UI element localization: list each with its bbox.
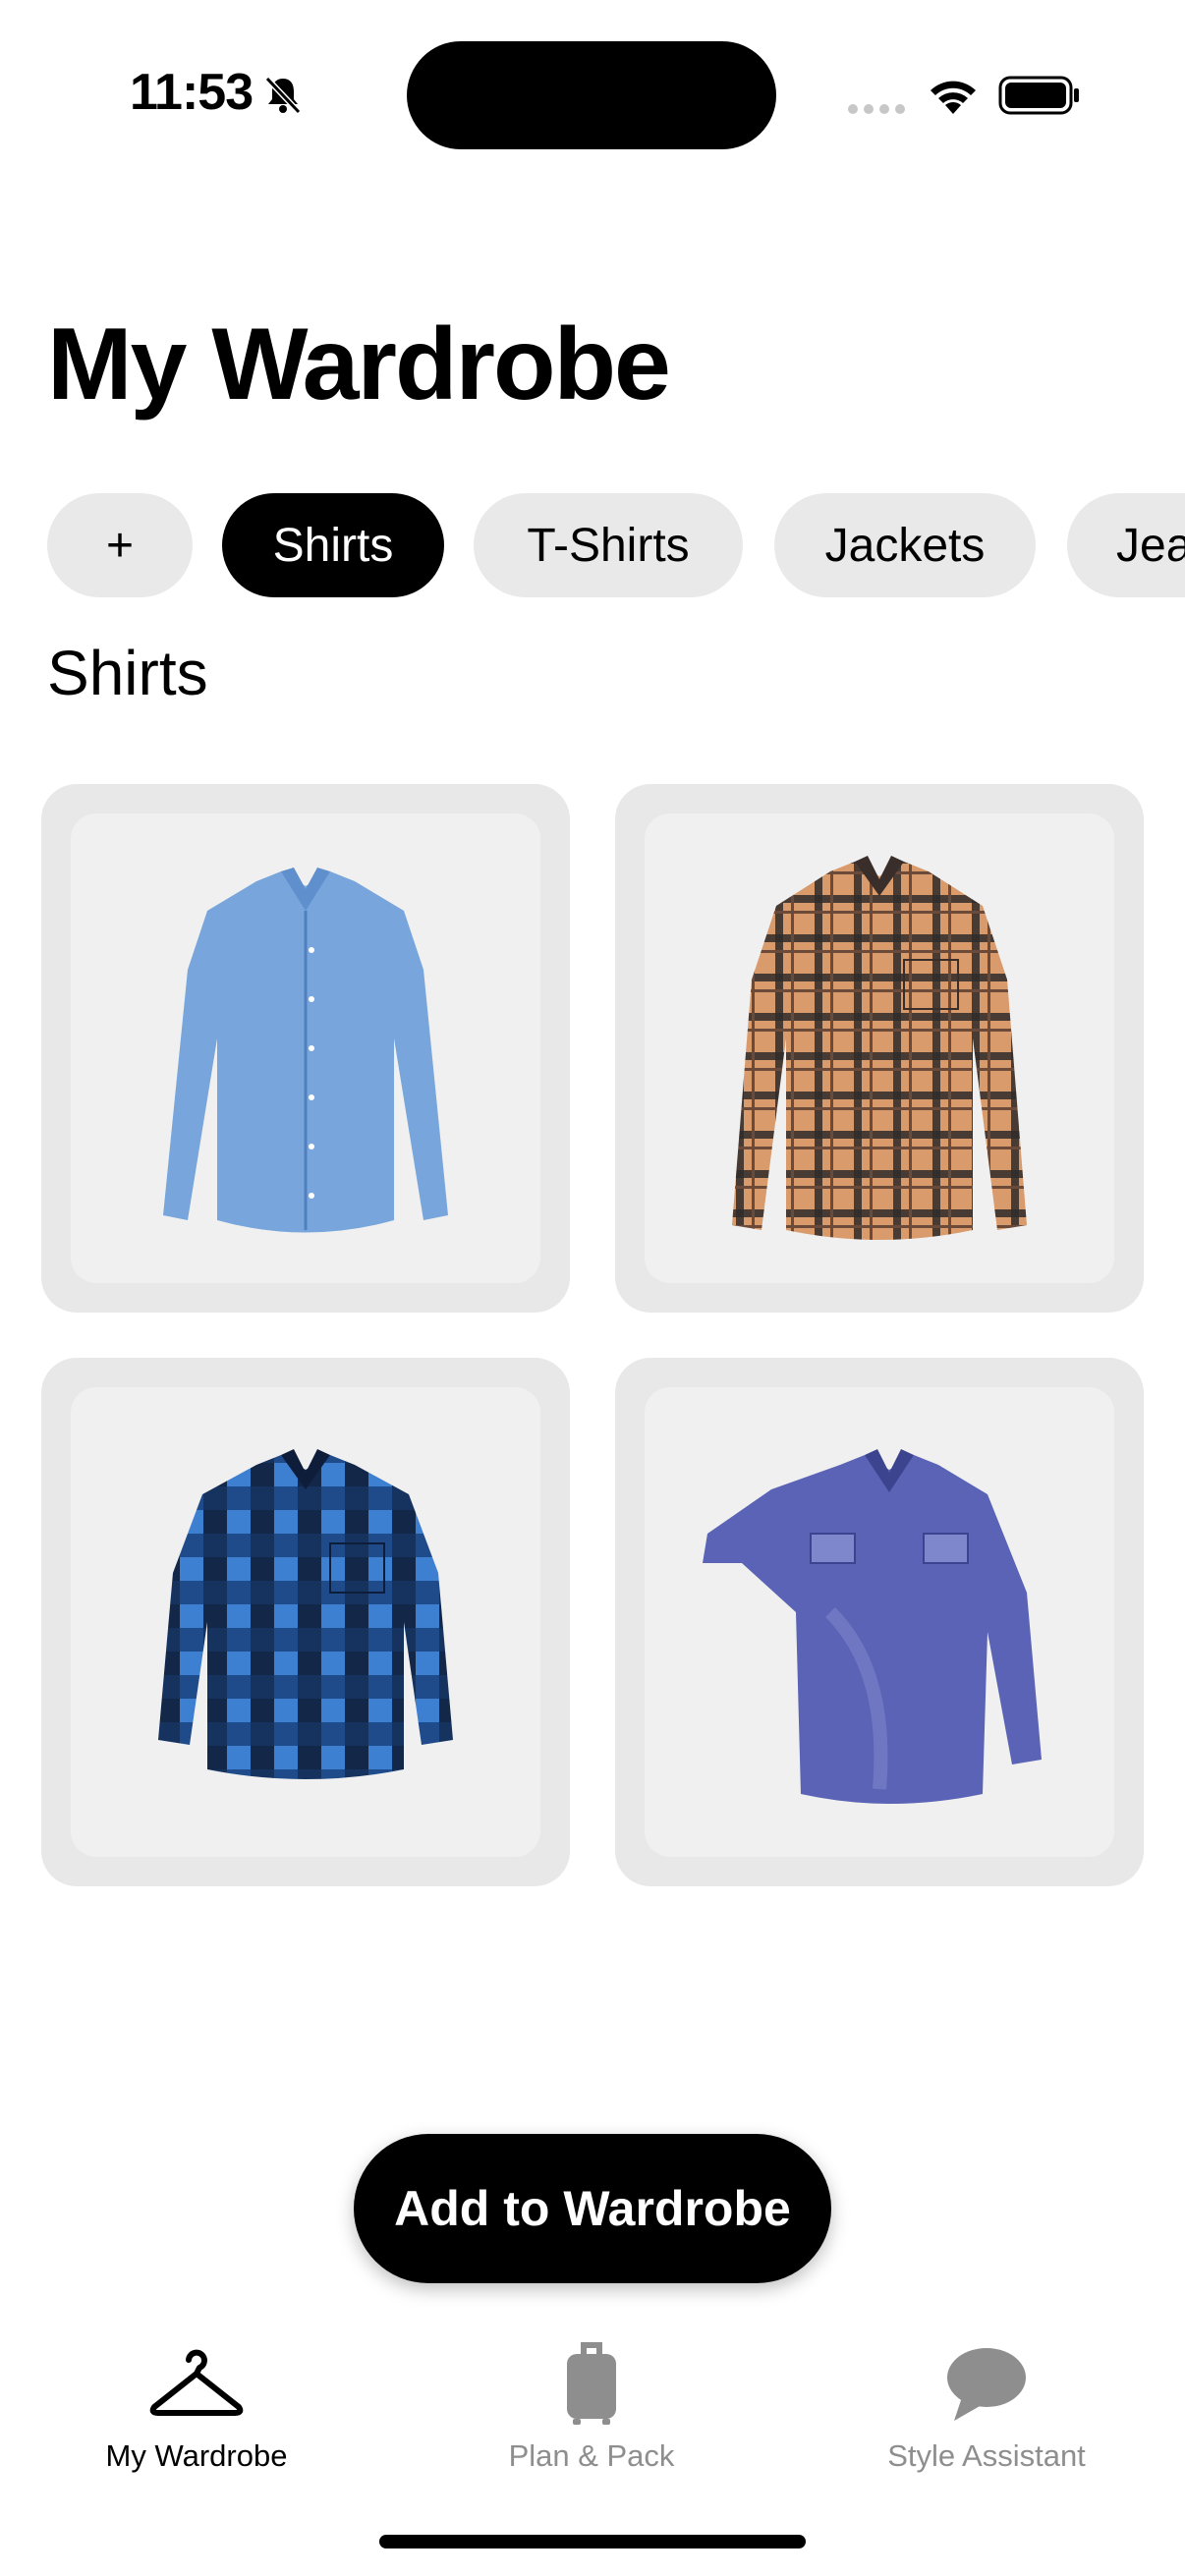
wardrobe-screen: 11:53 My Wardrobe + Shirts T-Shirts Jack… (0, 0, 1185, 2576)
chip-t-shirts[interactable]: T-Shirts (474, 493, 743, 597)
tab-label: My Wardrobe (105, 2438, 288, 2473)
battery-icon (998, 76, 1079, 115)
wifi-icon (931, 81, 976, 114)
page-title: My Wardrobe (47, 308, 671, 421)
item-image-frame (71, 813, 540, 1283)
blue-dress-shirt-image (163, 868, 448, 1233)
status-time: 11:53 (130, 64, 254, 121)
section-title: Shirts (47, 638, 208, 708)
dynamic-island (407, 41, 776, 149)
item-image-frame (645, 813, 1114, 1283)
blue-buffalo-check-shirt-image (158, 1449, 453, 1779)
home-indicator (379, 2535, 806, 2548)
chip-shirts[interactable]: Shirts (222, 493, 444, 597)
tab-label: Plan & Pack (508, 2438, 675, 2473)
wardrobe-item-card[interactable] (615, 1358, 1144, 1886)
tab-plan-pack[interactable]: Plan & Pack (444, 2338, 739, 2495)
wardrobe-item-card[interactable] (41, 1358, 570, 1886)
bell-muted-icon (264, 76, 302, 115)
item-image-frame (645, 1387, 1114, 1857)
cellular-signal-icon (848, 104, 905, 114)
wardrobe-item-card[interactable] (41, 784, 570, 1313)
add-to-wardrobe-button[interactable]: Add to Wardrobe (354, 2134, 831, 2283)
item-image-frame (71, 1387, 540, 1857)
orange-plaid-shirt-image (732, 856, 1027, 1240)
chip-jackets[interactable]: Jackets (774, 493, 1036, 597)
hanger-icon (149, 2349, 244, 2416)
tab-my-wardrobe[interactable]: My Wardrobe (49, 2338, 344, 2495)
tab-label: Style Assistant (887, 2438, 1086, 2473)
denim-shirt-image (703, 1449, 1042, 1804)
luggage-icon (567, 2342, 616, 2425)
tab-style-assistant[interactable]: Style Assistant (839, 2338, 1134, 2495)
chip-jeans[interactable]: Jea (1067, 493, 1185, 597)
wardrobe-item-card[interactable] (615, 784, 1144, 1313)
add-category-button[interactable]: + (47, 493, 193, 597)
chat-bubble-icon (947, 2348, 1026, 2421)
category-chip-bar: + Shirts T-Shirts Jackets Jea (47, 493, 1185, 597)
